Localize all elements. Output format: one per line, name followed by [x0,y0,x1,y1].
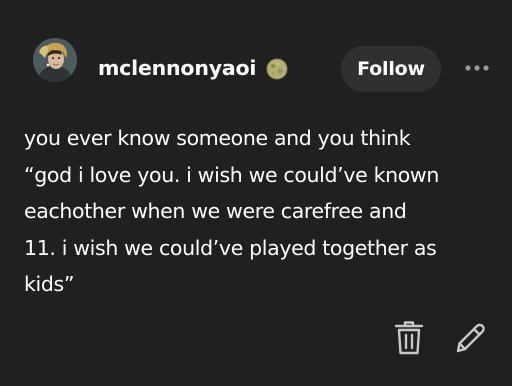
avatar[interactable] [33,38,77,82]
follow-button[interactable]: Follow [341,46,441,92]
pencil-icon[interactable] [454,321,488,355]
post-text-line: kids” [24,272,75,296]
trash-icon[interactable] [394,320,424,356]
username[interactable]: mclennonyaoi [98,54,256,82]
post-text-line: you ever know someone and you think [24,126,411,150]
post-text-line: eachother when we were carefree and [24,199,407,223]
post-text: you ever know someone and you think “god… [24,120,494,303]
more-icon[interactable] [464,62,490,74]
post-text-line: “god i love you. i wish we could’ve know… [24,162,439,187]
post-card: mclennonyaoi Follow you ever know someon… [0,0,512,386]
post-text-line: 11. i wish we could’ve played together a… [24,235,437,260]
moon-badge-icon [266,58,288,80]
